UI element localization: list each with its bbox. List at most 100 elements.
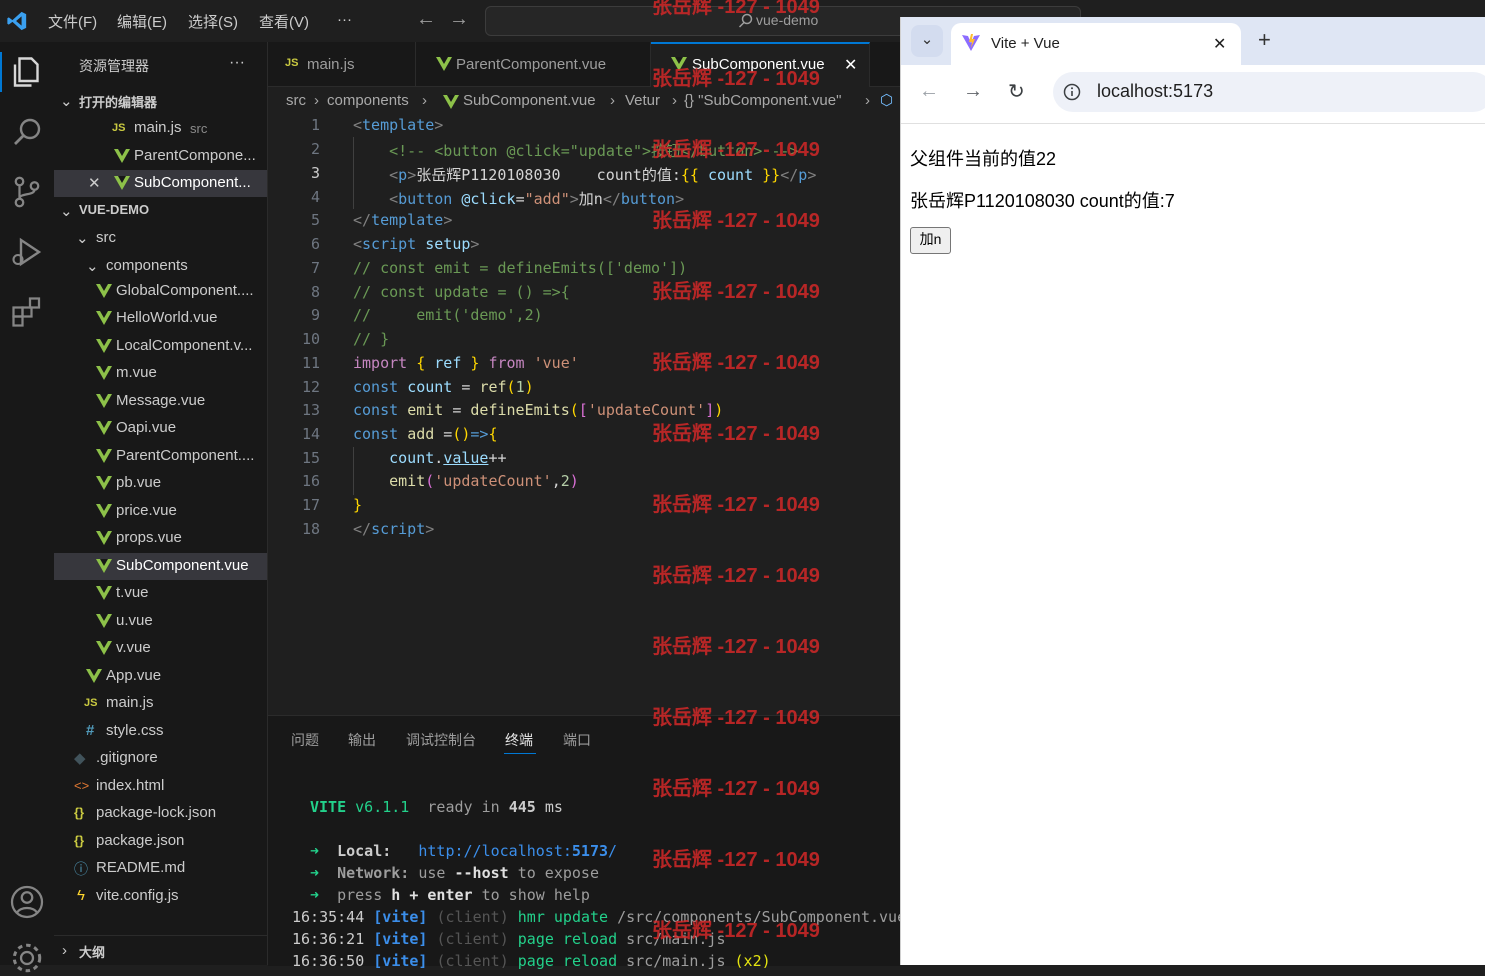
watermark-text: 张岳辉 -127 - 1049 <box>652 139 820 161</box>
vue-file-icon <box>96 504 112 518</box>
terminal-network: ➜ Network: use --host to expose <box>310 864 599 882</box>
breadcrumb-components[interactable]: components <box>327 92 409 109</box>
watermark-text: 张岳辉 -127 - 1049 <box>652 352 820 374</box>
vue-file-icon <box>96 394 112 408</box>
panel-tab-terminal[interactable]: 终端 <box>505 730 533 750</box>
browser-back-icon[interactable]: ← <box>919 80 939 103</box>
menu-file[interactable]: 文件(F) <box>48 11 97 32</box>
file-item[interactable]: GlobalComponent.... <box>54 278 267 305</box>
outline-header[interactable]: › 大纲 <box>54 938 267 965</box>
parent-value-text: 父组件当前的值22 <box>910 149 1057 169</box>
source-control-icon[interactable] <box>9 174 45 210</box>
folder-components[interactable]: ⌄ components <box>54 253 267 280</box>
breadcrumb-file[interactable]: SubComponent.vue <box>463 92 596 109</box>
file-vite-config-js[interactable]: ϟ vite.config.js <box>54 883 267 910</box>
browser-tab-close-icon[interactable]: ✕ <box>1213 34 1226 54</box>
reload-icon[interactable]: ↻ <box>1008 79 1025 104</box>
vue-file-icon <box>96 614 112 628</box>
search-icon[interactable] <box>9 114 45 150</box>
open-editor-item-active[interactable]: ✕ SubComponent... <box>54 170 267 197</box>
file-package-json[interactable]: {} package.json <box>54 828 267 855</box>
line-number: 9 <box>310 306 320 324</box>
file-item[interactable]: SubComponent.vue <box>54 553 267 580</box>
line-number: 16 <box>301 472 320 490</box>
file-index-html[interactable]: <> index.html <box>54 773 267 800</box>
file-package-lock-json[interactable]: {} package-lock.json <box>54 800 267 827</box>
new-tab-plus-icon[interactable]: + <box>1258 27 1271 53</box>
file-style-css[interactable]: # style.css <box>54 718 267 745</box>
tab-parent-component[interactable]: ParentComponent.vue <box>416 42 651 86</box>
line-number: 10 <box>301 330 320 348</box>
vscode-logo-icon <box>7 11 27 31</box>
file-item[interactable]: price.vue <box>54 498 267 525</box>
code-line-17: } <box>353 496 363 514</box>
project-folder-header[interactable]: ⌄ VUE-DEMO <box>54 198 267 225</box>
tab-close-icon[interactable]: ✕ <box>844 55 857 75</box>
folder-src[interactable]: ⌄ src <box>54 225 267 252</box>
file-item[interactable]: HelloWorld.vue <box>54 305 267 332</box>
forward-arrow-icon[interactable]: → <box>449 8 469 31</box>
file-item[interactable]: Message.vue <box>54 388 267 415</box>
explorer-icon[interactable] <box>9 54 45 90</box>
file-item[interactable]: ParentComponent.... <box>54 443 267 470</box>
back-arrow-icon[interactable]: ← <box>416 8 436 31</box>
vue-file-icon <box>96 421 112 435</box>
file-item[interactable]: m.vue <box>54 360 267 387</box>
code-line-18: </script> <box>353 520 435 538</box>
account-icon[interactable] <box>9 884 45 920</box>
browser-tab-active[interactable]: Vite + Vue ✕ <box>951 23 1241 65</box>
watermark-text: 张岳辉 -127 - 1049 <box>652 423 820 445</box>
line-number: 8 <box>310 283 320 301</box>
vue-file-icon <box>96 531 112 545</box>
file-app-vue[interactable]: App.vue <box>54 663 267 690</box>
line-number: 3 <box>310 164 320 182</box>
browser-tab-title: Vite + Vue <box>991 35 1060 52</box>
breadcrumb-src[interactable]: src <box>286 92 306 109</box>
panel-tab-problems[interactable]: 问题 <box>291 730 319 750</box>
menu-selection[interactable]: 选择(S) <box>188 11 238 32</box>
file-item[interactable]: Oapi.vue <box>54 415 267 442</box>
git-file-icon: ◆ <box>74 750 86 767</box>
watermark-text: 张岳辉 -127 - 1049 <box>652 920 820 942</box>
open-editor-item[interactable]: ParentCompone... <box>54 143 267 170</box>
line-number: 15 <box>301 449 320 467</box>
browser-forward-icon[interactable]: → <box>963 80 983 103</box>
file-item[interactable]: LocalComponent.v... <box>54 333 267 360</box>
url-text: localhost:5173 <box>1097 81 1214 101</box>
settings-gear-icon[interactable] <box>9 940 45 976</box>
menu-view[interactable]: 查看(V) <box>259 11 309 32</box>
run-debug-icon[interactable] <box>9 234 45 270</box>
file-item[interactable]: u.vue <box>54 608 267 635</box>
localhost-link[interactable]: http://localhost:5173/ <box>418 842 617 860</box>
breadcrumb-vetur[interactable]: Vetur <box>625 92 660 109</box>
open-editor-item[interactable]: JS main.js src <box>54 115 267 142</box>
panel-tab-ports[interactable]: 端口 <box>563 730 591 750</box>
menu-more[interactable]: ··· <box>337 11 352 28</box>
site-info-icon[interactable] <box>1063 83 1081 101</box>
panel-tab-debug-console[interactable]: 调试控制台 <box>406 730 476 750</box>
breadcrumb-symbol[interactable]: {} "SubComponent.vue" <box>684 92 841 109</box>
file-readme-md[interactable]: ⓘ README.md <box>54 855 267 882</box>
tab-main-js[interactable]: JS main.js <box>268 42 416 86</box>
tab-search-chevron-icon[interactable]: ⌄ <box>911 25 943 57</box>
file-item[interactable]: v.vue <box>54 635 267 662</box>
open-editors-header[interactable]: ⌄ 打开的编辑器 <box>54 88 267 115</box>
file-item[interactable]: pb.vue <box>54 470 267 497</box>
menu-edit[interactable]: 编辑(E) <box>117 11 167 32</box>
browser-toolbar: ← → ↻ localhost:5173 <box>901 65 1485 124</box>
line-number: 12 <box>301 378 320 396</box>
sidebar-more-button[interactable]: ··· <box>229 54 245 72</box>
file-main-js[interactable]: JS main.js <box>54 690 267 717</box>
watermark-text: 张岳辉 -127 - 1049 <box>652 849 820 871</box>
close-icon[interactable]: ✕ <box>88 174 101 192</box>
file-item[interactable]: props.vue <box>54 525 267 552</box>
file-item[interactable]: t.vue <box>54 580 267 607</box>
file-gitignore[interactable]: ◆ .gitignore <box>54 745 267 772</box>
address-bar[interactable]: localhost:5173 <box>1053 72 1485 112</box>
extensions-icon[interactable] <box>9 294 45 330</box>
vue-file-icon <box>96 476 112 490</box>
line-number: 18 <box>301 520 320 538</box>
add-n-button[interactable]: 加n <box>910 227 951 254</box>
vue-file-icon <box>86 669 102 683</box>
panel-tab-output[interactable]: 输出 <box>348 730 376 750</box>
